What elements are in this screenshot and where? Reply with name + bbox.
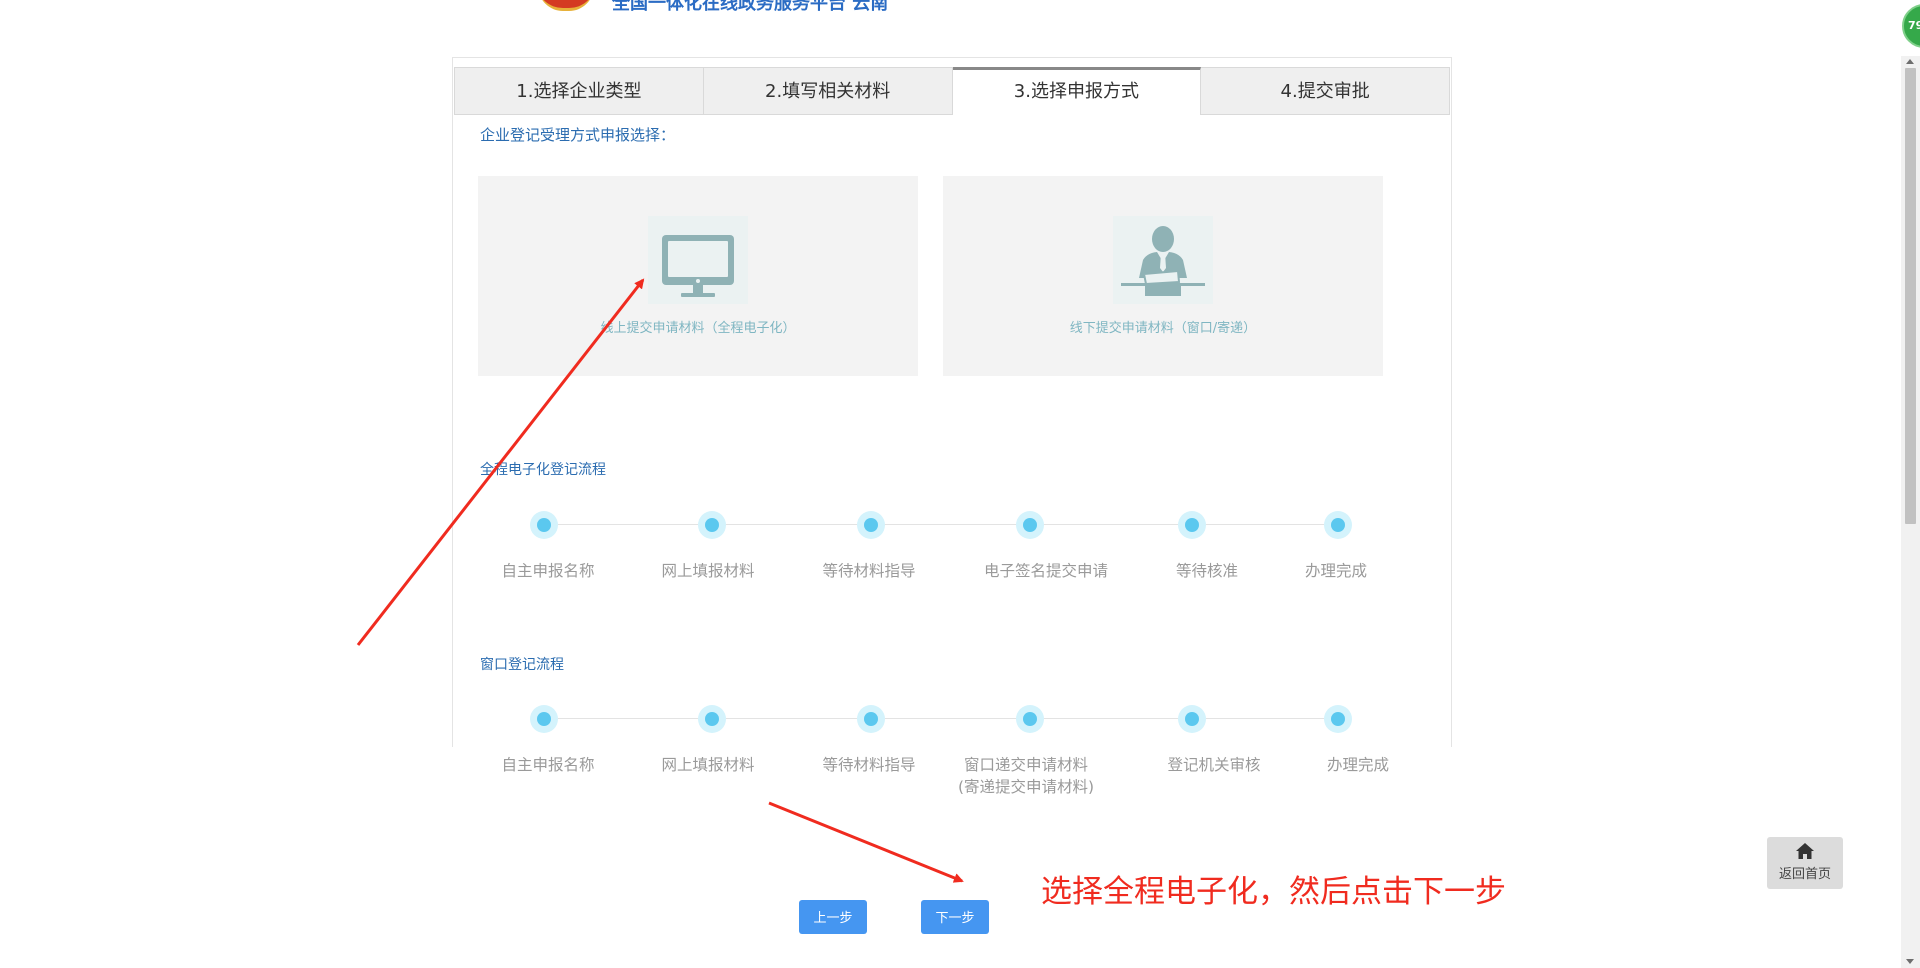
return-home-button[interactable]: 返回首页 xyxy=(1767,837,1843,889)
return-home-label: 返回首页 xyxy=(1778,867,1831,882)
annotation-arrow-to-next-button xyxy=(768,801,964,883)
annotation-arrows xyxy=(356,278,964,883)
annotation-arrow-to-online-option xyxy=(356,278,645,646)
home-icon xyxy=(1796,843,1814,859)
